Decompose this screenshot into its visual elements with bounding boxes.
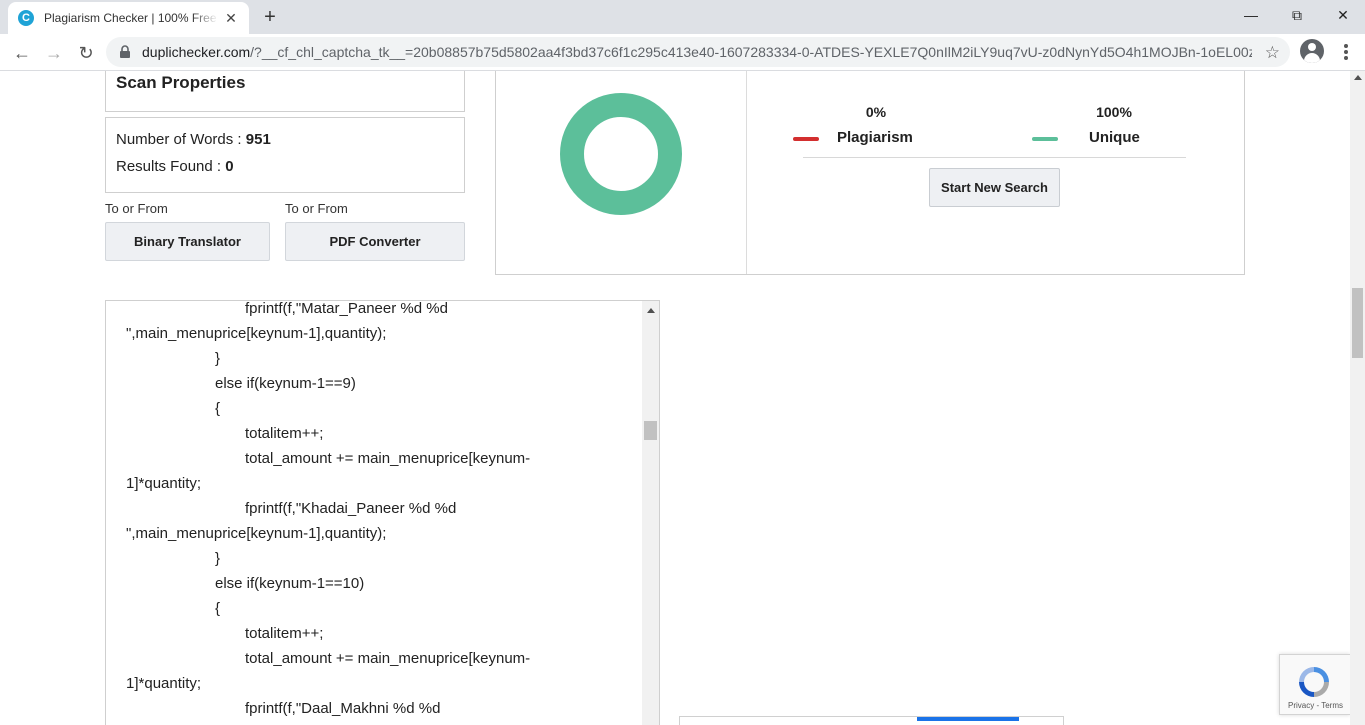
scrollbar-thumb[interactable]: [644, 421, 657, 440]
plagiarism-donut-chart: [560, 93, 682, 215]
plagiarism-legend-label: Plagiarism: [837, 129, 913, 146]
new-tab-button[interactable]: +: [259, 6, 281, 28]
browser-menu-icon[interactable]: [1336, 42, 1356, 62]
scan-stats-card: Number of Words : 951 Results Found : 0: [105, 117, 465, 193]
page-scrollbar[interactable]: [1350, 71, 1365, 725]
browser-tab[interactable]: C Plagiarism Checker | 100% Free and Acc…: [8, 2, 249, 34]
divider: [746, 71, 747, 274]
ad-frame: [679, 716, 1064, 725]
text-line: total_amount += main_menuprice[keynum-: [245, 650, 531, 667]
address-bar[interactable]: duplichecker.com/?__cf_chl_captcha_tk__=…: [106, 37, 1290, 67]
ad-button[interactable]: [917, 717, 1019, 721]
divider: [803, 157, 1186, 158]
text-line: 1]*quantity;: [126, 475, 202, 492]
recaptcha-badge[interactable]: Privacy - Terms: [1279, 654, 1350, 715]
text-line: fprintf(f,"Khadai_Paneer %d %d: [245, 500, 457, 517]
forward-arrow-icon[interactable]: →: [40, 39, 68, 67]
back-arrow-icon[interactable]: ←: [8, 39, 36, 67]
page-viewport: Scan Properties Number of Words : 951 Re…: [0, 71, 1350, 725]
browser-toolbar: ← → ↻ duplichecker.com/?__cf_chl_captcha…: [0, 34, 1365, 71]
text-line: {: [215, 600, 221, 617]
text-line: ",main_menuprice[keynum-1],quantity);: [126, 525, 387, 542]
text-line: else if(keynum-1==9): [215, 375, 356, 392]
text-line: fprintf(f,"Matar_Paneer %d %d: [245, 300, 448, 317]
text-line: else if(keynum-1==10): [215, 575, 365, 592]
reload-icon[interactable]: ↻: [72, 39, 100, 67]
close-tab-icon[interactable]: ✕: [223, 10, 239, 26]
profile-avatar-icon[interactable]: [1300, 39, 1324, 63]
close-window-button[interactable]: ✕: [1320, 0, 1365, 30]
text-line: {: [215, 400, 221, 417]
text-line: total_amount += main_menuprice[keynum-: [245, 450, 531, 467]
recaptcha-icon: [1299, 667, 1329, 697]
text-box-scrollbar[interactable]: [642, 301, 659, 725]
restore-button[interactable]: ⧉: [1274, 0, 1320, 30]
text-line: ",main_menuprice[keynum-1],quantity);: [126, 325, 387, 342]
text-line: }: [215, 550, 221, 567]
pdf-converter-button[interactable]: PDF Converter: [285, 222, 465, 261]
unique-percent: 100%: [1096, 104, 1132, 120]
tab-title: Plagiarism Checker | 100% Free and Accur…: [44, 11, 218, 25]
to-or-from-label: To or From: [285, 201, 348, 216]
start-new-search-button[interactable]: Start New Search: [929, 168, 1060, 207]
scrollbar-thumb[interactable]: [1352, 288, 1363, 358]
scan-properties-card: Scan Properties: [105, 71, 465, 112]
results-found: Results Found : 0: [116, 158, 234, 175]
recaptcha-links[interactable]: Privacy - Terms: [1280, 701, 1350, 710]
submitted-text-box[interactable]: fprintf(f,"Matar_Paneer %d %d ",main_men…: [105, 300, 660, 725]
text-line: totalitem++;: [245, 625, 324, 642]
minimize-button[interactable]: —: [1228, 0, 1274, 30]
tab-strip: C Plagiarism Checker | 100% Free and Acc…: [0, 0, 1365, 34]
bookmark-star-icon[interactable]: ☆: [1265, 43, 1280, 63]
url-text: duplichecker.com/?__cf_chl_captcha_tk__=…: [142, 44, 1252, 60]
scan-properties-title: Scan Properties: [116, 73, 246, 92]
text-line: 1]*quantity;: [126, 675, 202, 692]
unique-legend-swatch: [1032, 137, 1058, 141]
lock-icon: [120, 45, 130, 58]
scroll-up-arrow-icon[interactable]: [1354, 75, 1362, 80]
binary-translator-button[interactable]: Binary Translator: [105, 222, 270, 261]
unique-legend-label: Unique: [1089, 129, 1140, 146]
site-favicon-icon: C: [18, 10, 34, 26]
to-or-from-label: To or From: [105, 201, 168, 216]
text-line: }: [215, 350, 221, 367]
results-panel: 0% 100% Plagiarism Unique Start New Sear…: [495, 71, 1245, 275]
text-line: totalitem++;: [245, 425, 324, 442]
scroll-up-arrow-icon[interactable]: [647, 308, 655, 313]
plagiarism-legend-swatch: [793, 137, 819, 141]
text-line: fprintf(f,"Daal_Makhni %d %d: [245, 700, 441, 717]
unique-arc: [560, 93, 682, 215]
plagiarism-percent: 0%: [865, 104, 887, 120]
word-count: Number of Words : 951: [116, 131, 271, 148]
